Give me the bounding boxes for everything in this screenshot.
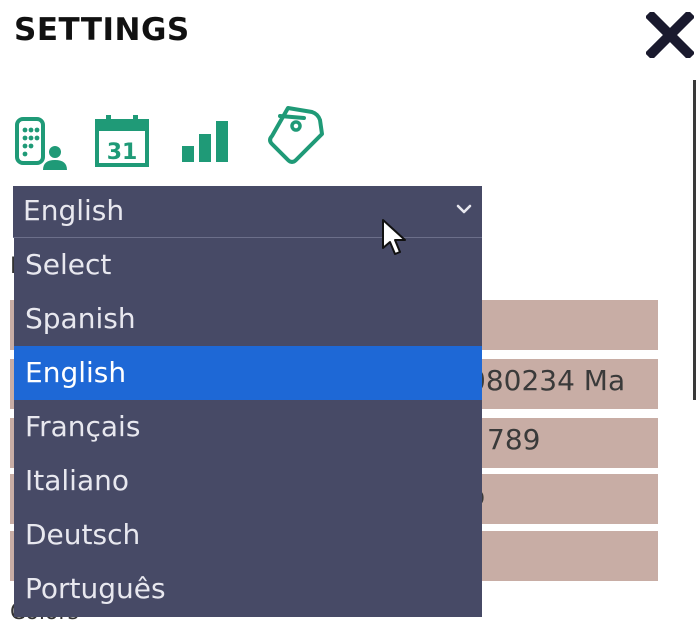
calendar-day: 31	[107, 140, 138, 165]
form-row-value: 080234 Ma	[468, 364, 626, 397]
language-option[interactable]: Italiano	[14, 454, 482, 508]
mouse-cursor-icon	[382, 219, 406, 255]
language-option[interactable]: Français	[14, 400, 482, 454]
language-option[interactable]: Deutsch	[14, 508, 482, 562]
language-option[interactable]: Português	[14, 562, 482, 616]
language-select[interactable]: English	[13, 186, 482, 238]
language-dropdown-list: Select Spanish English Français Italiano…	[14, 238, 482, 617]
bar-chart-icon[interactable]	[180, 118, 232, 164]
tag-icon[interactable]	[264, 104, 326, 166]
settings-panel: SETTINGS 31 I 080234 Ma	[0, 0, 696, 628]
calendar-icon[interactable]: 31	[94, 114, 150, 168]
chevron-down-icon[interactable]	[455, 202, 473, 216]
close-icon[interactable]	[646, 12, 694, 58]
language-option[interactable]: Spanish	[14, 292, 482, 346]
language-select-value: English	[23, 194, 125, 227]
phone-user-icon[interactable]	[14, 116, 68, 170]
page-title: SETTINGS	[14, 12, 190, 48]
language-option[interactable]: Select	[14, 238, 482, 292]
language-option-selected[interactable]: English	[14, 346, 482, 400]
